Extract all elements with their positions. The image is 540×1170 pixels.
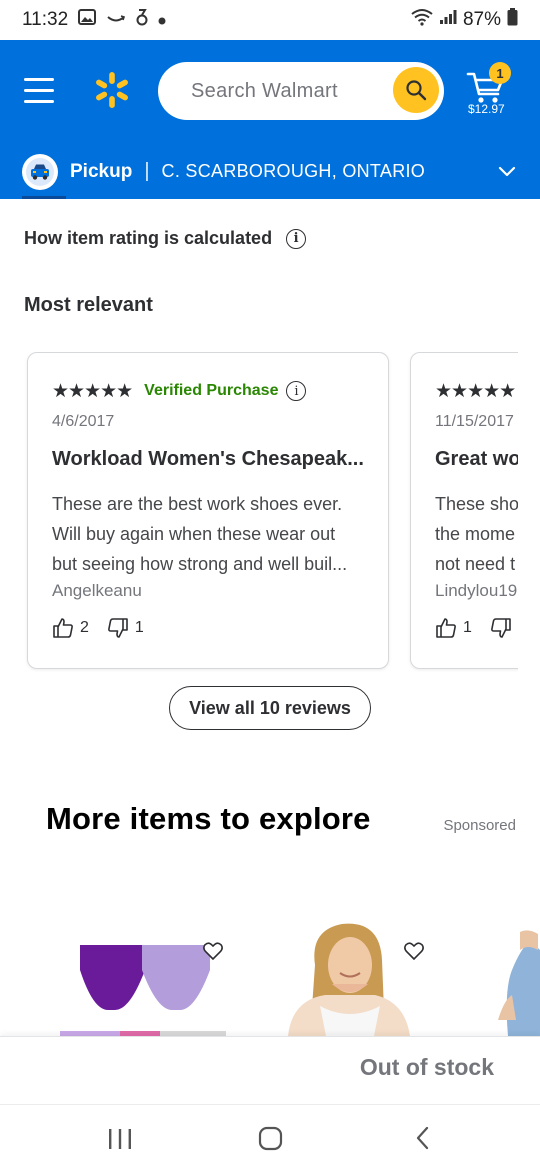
product-tile[interactable] [60, 910, 230, 1036]
heart-icon[interactable] [202, 940, 224, 962]
review-title: Great wo [435, 448, 518, 470]
sponsored-label: Sponsored [443, 817, 516, 834]
review-date: 11/15/2017 [435, 413, 514, 430]
back-icon[interactable] [408, 1123, 438, 1153]
product-tile[interactable] [490, 910, 540, 1036]
product-image [288, 923, 410, 1036]
verified-purchase-label: Verified Purchase [144, 382, 279, 399]
view-all-reviews-button[interactable]: View all 10 reviews [169, 686, 371, 730]
out-of-stock-label: Out of stock [359, 1054, 494, 1080]
recents-icon[interactable] [105, 1123, 135, 1153]
rating-calculation-label: How item rating is calculated [24, 228, 273, 248]
thumbs-up-icon [53, 618, 73, 638]
wifi-icon [411, 8, 433, 32]
reviews-carousel[interactable]: ★★★★★ Verified Purchase i 4/6/2017 Workl… [0, 352, 518, 672]
review-author: Angelkeanu [52, 581, 142, 600]
battery-level: 87% [462, 9, 501, 30]
walmart-spark-icon[interactable] [92, 70, 132, 110]
thumbs-down-icon [108, 618, 128, 638]
rating-calculation-link[interactable]: How item rating is calculated i [24, 228, 307, 249]
amazon-notification-icon [106, 9, 126, 31]
add-to-cart-bar: Out of stock [0, 1036, 540, 1104]
home-icon[interactable] [256, 1123, 286, 1153]
thumbs-down-icon [491, 618, 511, 638]
info-icon[interactable]: i [286, 381, 307, 401]
info-icon[interactable]: i [286, 228, 307, 249]
review-card[interactable]: ★★★★★ Verified Purchase i 4/6/2017 Workl… [27, 352, 389, 669]
pickup-indicator [22, 196, 66, 199]
chevron-down-icon[interactable] [498, 161, 516, 181]
review-body: These sho the mome not need t [435, 494, 518, 574]
review-author: Lindylou19 [435, 581, 518, 600]
search-icon [406, 80, 427, 101]
helpful-count: 2 [80, 619, 89, 636]
signal-icon [439, 9, 457, 31]
helpful-vote-button[interactable]: 2 [52, 617, 89, 639]
pickup-label: Pickup [70, 160, 133, 182]
unhelpful-vote-button[interactable]: 1 [107, 617, 144, 639]
helpful-count: 1 [463, 619, 472, 636]
search-input[interactable]: Search Walmart [158, 62, 444, 120]
sort-label[interactable]: Most relevant [24, 294, 153, 317]
review-card[interactable]: ★★★★★ 11/15/2017 Great wo These sho the … [410, 352, 518, 669]
search-button[interactable] [393, 67, 439, 113]
cart-total: $12.97 [468, 102, 505, 116]
cart-count-badge: 1 [489, 62, 511, 84]
battery-icon [507, 8, 518, 32]
status-bar: 11:32 87% [0, 0, 540, 40]
app-header: Search Walmart 1 $12.97 [0, 40, 540, 144]
star-rating: ★★★★★ [435, 380, 516, 402]
star-rating: ★★★★★ [52, 380, 133, 402]
helpful-vote-button[interactable]: 1 [435, 617, 472, 639]
pickup-location: C. SCARBOROUGH, ONTARIO [161, 161, 426, 181]
gallery-notification-icon [78, 9, 97, 31]
review-title: Workload Women's Chesapeak... [52, 448, 364, 470]
unhelpful-vote-button[interactable] [490, 617, 512, 639]
review-body: These are the best work shoes ever. Will… [52, 494, 348, 574]
section-title: More items to explore [46, 801, 371, 836]
thumbs-up-icon [436, 618, 456, 638]
app-notification-icon [136, 8, 148, 32]
system-nav-bar [0, 1104, 540, 1170]
unhelpful-count: 1 [134, 619, 144, 636]
product-carousel[interactable] [0, 910, 540, 1036]
menu-icon[interactable] [24, 78, 56, 104]
car-icon [22, 153, 58, 190]
pickup-separator: | [144, 160, 150, 182]
search-placeholder: Search Walmart [191, 79, 338, 102]
pickup-location-bar[interactable]: Pickup | C. SCARBOROUGH, ONTARIO [0, 144, 540, 199]
product-image [60, 945, 226, 1036]
dot-notification-icon [158, 9, 166, 31]
product-image [498, 930, 540, 1036]
product-tile[interactable] [270, 910, 440, 1036]
cart-button[interactable]: 1 $12.97 [466, 62, 522, 122]
heart-icon[interactable] [403, 940, 425, 962]
review-date: 4/6/2017 [52, 413, 115, 430]
status-time: 11:32 [22, 9, 69, 30]
